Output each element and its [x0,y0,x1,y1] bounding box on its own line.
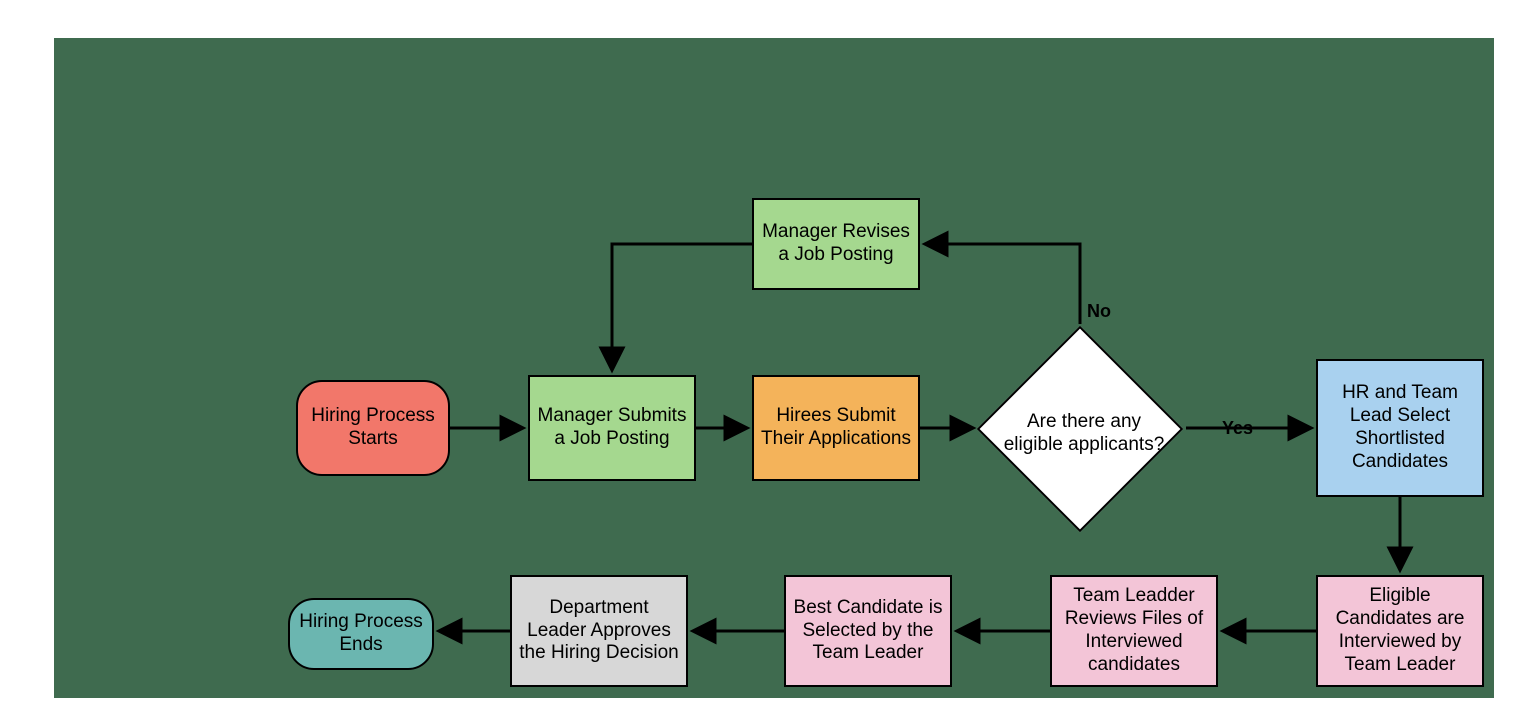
node-approve-label: Department Leader Approves the Hiring De… [518,597,680,665]
node-review-label: Team Leadder Reviews Files of Interviewe… [1058,585,1210,676]
node-submit-label: Manager Submits a Job Posting [536,405,688,451]
node-best-label: Best Candidate is Selected by the Team L… [792,597,944,665]
node-review: Team Leadder Reviews Files of Interviewe… [1050,575,1218,687]
node-applications: Hirees Submit Their Applications [752,375,920,481]
edge-label-yes: Yes [1222,418,1253,439]
node-best: Best Candidate is Selected by the Team L… [784,575,952,687]
node-interview: Eligible Candidates are Interviewed by T… [1316,575,1484,687]
node-start-label: Hiring Process Starts [304,405,442,451]
node-revise: Manager Revises a Job Posting [752,198,920,290]
node-decision-label-wrap: Are there any eligible applicants? [996,380,1172,488]
node-applications-label: Hirees Submit Their Applications [760,405,912,451]
edge-label-no: No [1087,301,1111,322]
node-start: Hiring Process Starts [296,380,450,476]
node-decision-label: Are there any eligible applicants? [1000,411,1168,457]
node-shortlist: HR and Team Lead Select Shortlisted Cand… [1316,359,1484,497]
node-approve: Department Leader Approves the Hiring De… [510,575,688,687]
node-submit: Manager Submits a Job Posting [528,375,696,481]
flowchart-canvas: Hiring Process Starts Manager Submits a … [0,0,1536,709]
diagram-background [54,38,1494,698]
node-end: Hiring Process Ends [288,598,434,670]
node-revise-label: Manager Revises a Job Posting [760,221,912,267]
node-interview-label: Eligible Candidates are Interviewed by T… [1324,585,1476,676]
node-shortlist-label: HR and Team Lead Select Shortlisted Cand… [1324,382,1476,473]
node-end-label: Hiring Process Ends [296,611,426,657]
